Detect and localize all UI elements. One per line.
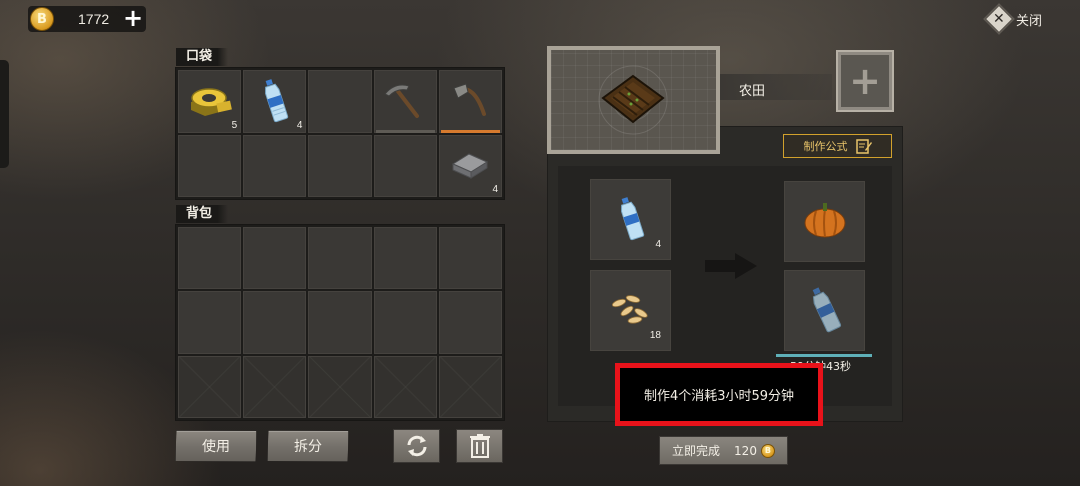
recipe-input-seeds[interactable]: 18 (590, 270, 671, 351)
use-button[interactable]: 使用 (175, 430, 257, 462)
seeds-icon (611, 295, 648, 324)
close-icon: ✕ (983, 3, 1015, 35)
formula-label: 制作公式 (803, 140, 848, 153)
durability-bar (375, 129, 435, 133)
pocket-slot-hatchet[interactable] (438, 70, 502, 133)
backpack-slot[interactable] (178, 227, 242, 290)
currency-amount: 1772 (78, 11, 110, 27)
crafter-title: 农田 (739, 84, 766, 99)
backpack-slot-locked (373, 355, 437, 418)
recipe-input-water[interactable]: 4 (590, 179, 671, 260)
sort-button[interactable] (393, 429, 440, 463)
backpack-slot[interactable] (308, 227, 372, 290)
coin-icon: B (760, 443, 775, 458)
water-bottle-icon (620, 196, 644, 241)
pocket-slot[interactable] (178, 134, 242, 197)
farm-plot-icon (598, 65, 668, 135)
backpack-title: 背包 (176, 205, 229, 223)
pocket-slot-ingot[interactable]: 4 (438, 134, 502, 197)
water-bottle-icon (264, 79, 288, 123)
craft-time-text: 制作4个消耗3小时59分钟 (643, 389, 795, 404)
pickaxe-icon (384, 84, 420, 118)
backpack-slot-locked (438, 355, 502, 418)
craft-progress-bar (776, 354, 872, 357)
edit-note-icon (855, 139, 872, 154)
backpack-slot[interactable] (438, 291, 502, 354)
duct-tape-icon (190, 88, 232, 116)
backpack-slot[interactable] (373, 227, 437, 290)
pocket-slot-tape[interactable]: 5 (178, 70, 242, 133)
delete-button[interactable] (456, 429, 503, 463)
add-currency-button[interactable]: + (122, 6, 144, 32)
backpack-slot[interactable] (373, 291, 437, 354)
water-bottle-icon (812, 287, 841, 333)
refresh-icon (407, 435, 426, 457)
durability-bar (440, 129, 500, 133)
pocket-title: 口袋 (176, 48, 229, 66)
pumpkin-icon (804, 202, 845, 238)
plus-icon: + (841, 55, 889, 107)
pocket-slot[interactable] (373, 134, 437, 197)
instant-finish-label: 立即完成 (672, 444, 721, 458)
side-drawer-handle[interactable] (0, 60, 9, 168)
craft-time-info: 制作4个消耗3小时59分钟 (615, 363, 823, 426)
instant-finish-cost: 120 (734, 443, 757, 458)
pocket-slot[interactable] (308, 134, 372, 197)
item-count: 5 (231, 119, 238, 131)
item-count: 4 (296, 119, 303, 131)
crafter-title-bar (720, 74, 832, 100)
pocket-slot[interactable] (243, 134, 307, 197)
crafter-preview (547, 46, 720, 154)
item-count: 18 (649, 330, 661, 341)
hatchet-icon (453, 83, 487, 116)
coin-icon: B (30, 7, 54, 31)
backpack-slot-locked (243, 355, 307, 418)
backpack-slot-locked (178, 355, 242, 418)
backpack-grid (175, 224, 505, 421)
split-button[interactable]: 拆分 (267, 430, 349, 462)
item-count: 4 (655, 239, 661, 250)
backpack-slot[interactable] (243, 291, 307, 354)
backpack-slot-locked (308, 355, 372, 418)
item-count: 4 (492, 184, 498, 195)
recipe-output-pumpkin[interactable] (784, 181, 865, 262)
close-button[interactable]: ✕ 关闭 (983, 3, 1068, 35)
backpack-slot[interactable] (243, 227, 307, 290)
arrow-right-icon (705, 253, 757, 279)
backpack-slot[interactable] (178, 291, 242, 354)
add-crafter-button[interactable]: + (836, 50, 894, 112)
recipe-output-water[interactable] (784, 270, 865, 351)
backpack-slot[interactable] (438, 227, 502, 290)
iron-ingot-icon (452, 152, 489, 179)
close-label: 关闭 (1016, 13, 1043, 29)
instant-finish-button[interactable]: 立即完成 120 B (659, 436, 788, 465)
pocket-slot-water[interactable]: 4 (243, 70, 307, 133)
recipe-formula-button[interactable]: 制作公式 (783, 134, 892, 158)
backpack-slot[interactable] (308, 291, 372, 354)
pocket-slot-pickaxe[interactable] (373, 70, 437, 133)
pocket-slot[interactable] (308, 70, 372, 133)
trash-icon (469, 434, 490, 458)
pocket-grid: 5 4 4 (175, 67, 505, 200)
